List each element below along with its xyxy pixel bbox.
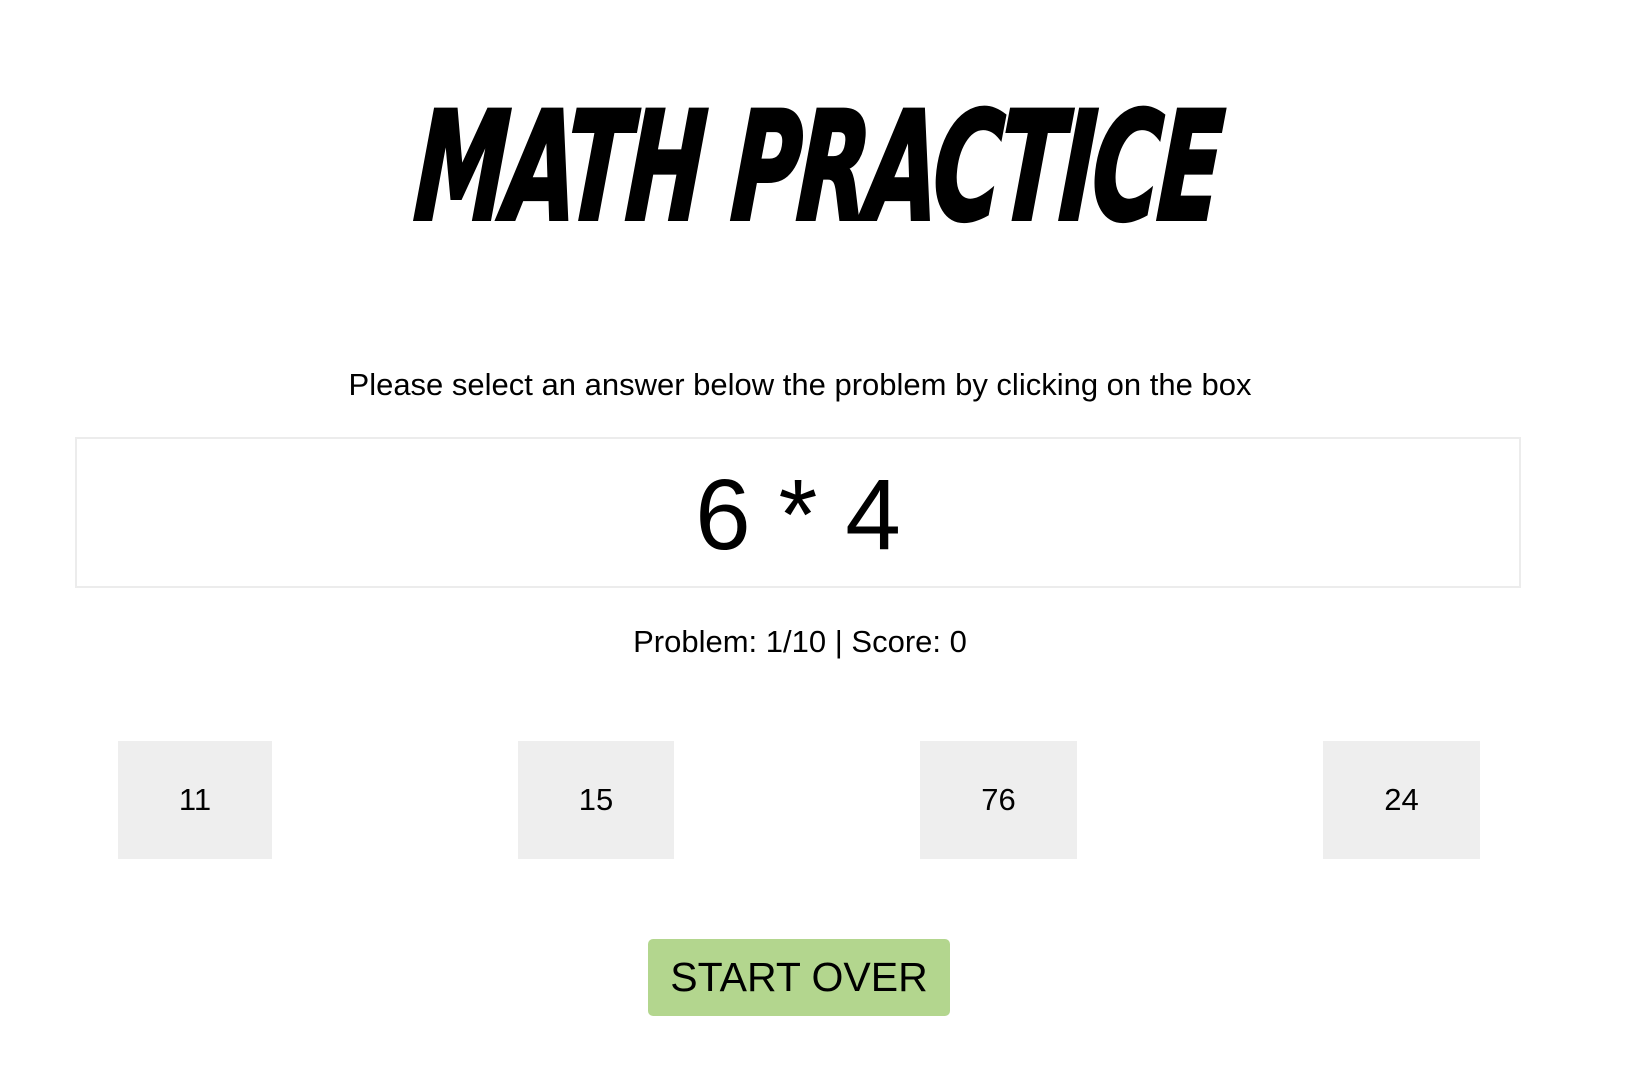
start-over-label: START OVER — [670, 954, 928, 1000]
answer-option-1[interactable]: 11 — [118, 741, 272, 859]
answer-option-4[interactable]: 24 — [1323, 741, 1480, 859]
start-over-button[interactable]: START OVER — [648, 939, 950, 1016]
answer-option-label: 11 — [178, 782, 212, 817]
answer-option-3[interactable]: 76 — [920, 741, 1077, 859]
instruction-text: Please select an answer below the proble… — [348, 367, 1252, 402]
answer-option-2[interactable]: 15 — [518, 741, 674, 859]
answer-option-label: 24 — [1384, 782, 1419, 817]
answer-option-label: 76 — [981, 782, 1016, 817]
answer-option-label: 15 — [578, 782, 614, 817]
page-title-logo: MATH PRACTICE — [409, 79, 1227, 256]
progress-score-status: Problem: 1/10 | Score: 0 — [633, 624, 967, 659]
problem-expression: 6 * 4 — [695, 458, 901, 571]
problem-box: 6 * 4 — [75, 437, 1521, 588]
